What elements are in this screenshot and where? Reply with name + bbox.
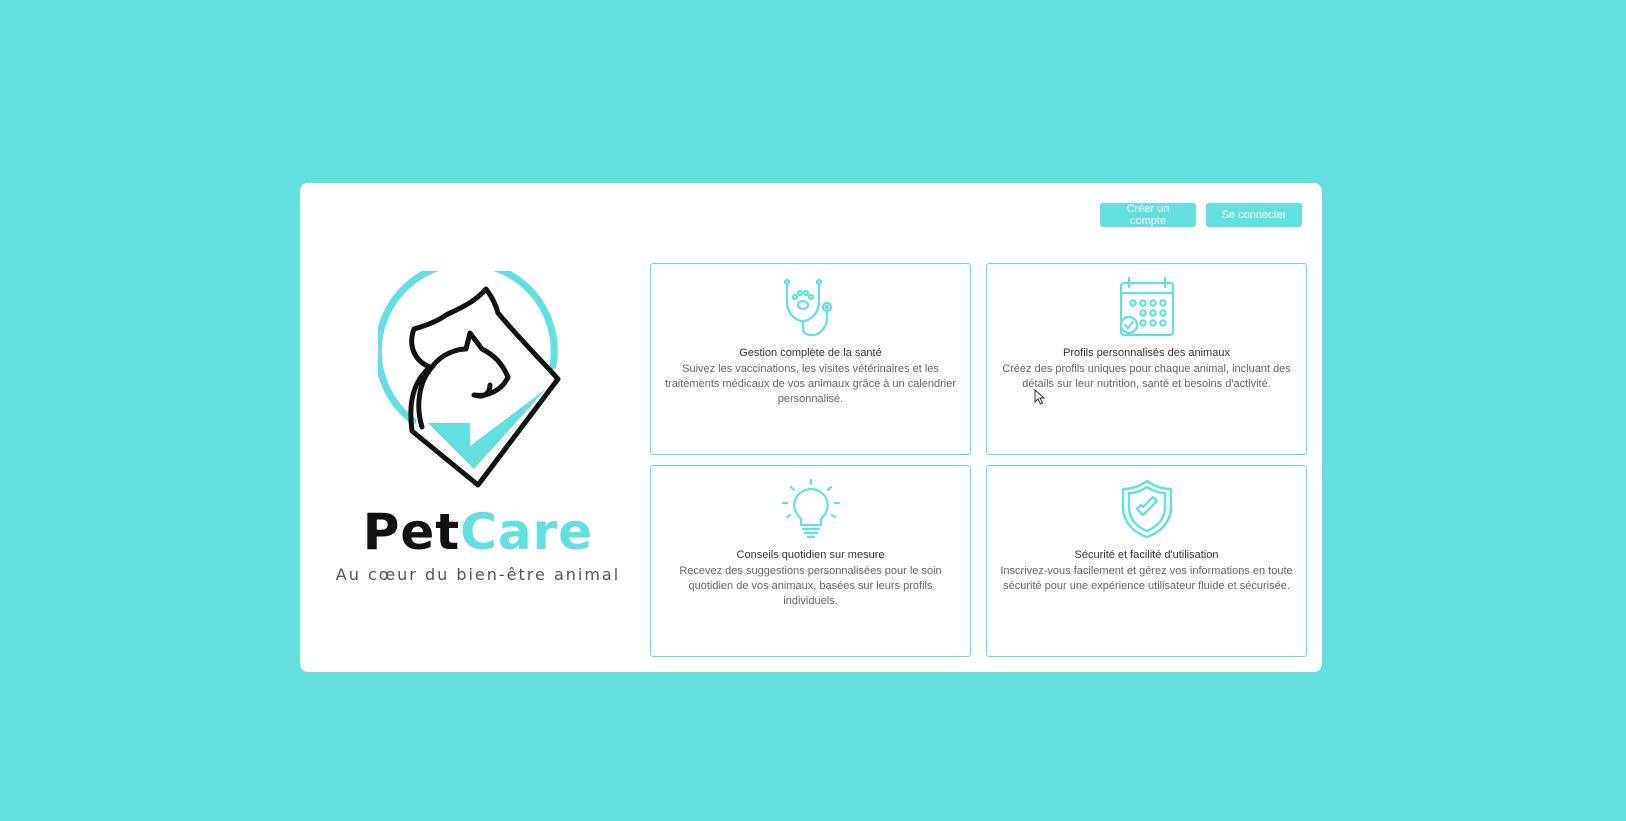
stethoscope-paw-icon <box>783 278 832 337</box>
brand-tagline: Au cœur du bien-être animal <box>335 565 621 584</box>
brand-name-care: Care <box>460 503 594 561</box>
header-actions: Créer un compte Se connecter <box>1100 203 1302 227</box>
mouse-cursor-icon <box>1034 389 1046 405</box>
feature-card-advice: Conseils quotidien sur mesure Recevez de… <box>650 465 971 657</box>
lightbulb-icon <box>781 479 840 539</box>
feature-card-health: Gestion complète de la santé Suivez les … <box>650 263 971 455</box>
feature-title: Conseils quotidien sur mesure <box>736 549 885 561</box>
login-button[interactable]: Se connecter <box>1206 203 1302 227</box>
page: Créer un compte Se connecter PetCare Au … <box>0 0 1626 821</box>
feature-title: Profils personnalisés des animaux <box>1063 347 1230 359</box>
landing-panel: Créer un compte Se connecter PetCare Au … <box>300 183 1322 672</box>
feature-card-profiles: Profils personnalisés des animaux Créez … <box>986 263 1307 455</box>
feature-description: Inscrivez-vous facilement et gérez vos i… <box>1000 565 1293 592</box>
cat-dog-heart-check-logo <box>378 271 561 488</box>
feature-title: Sécurité et facilité d'utilisation <box>1074 549 1219 561</box>
calendar-check-icon <box>1119 277 1174 337</box>
brand-name-pet: Pet <box>362 503 461 561</box>
brand-block: PetCare Au cœur du bien-être animal <box>328 271 628 584</box>
feature-description: Suivez les vaccinations, les visites vét… <box>664 363 957 405</box>
brand-wordmark: PetCare <box>328 507 628 557</box>
feature-description: Recevez des suggestions personnalisées p… <box>679 565 942 607</box>
shield-check-icon <box>1121 479 1172 539</box>
feature-title: Gestion complète de la santé <box>739 347 882 359</box>
create-account-button[interactable]: Créer un compte <box>1100 203 1196 227</box>
feature-card-security: Sécurité et facilité d'utilisation Inscr… <box>986 465 1307 657</box>
feature-description: Créez des profils uniques pour chaque an… <box>1002 363 1291 390</box>
feature-cards: Gestion complète de la santé Suivez les … <box>650 263 1307 657</box>
